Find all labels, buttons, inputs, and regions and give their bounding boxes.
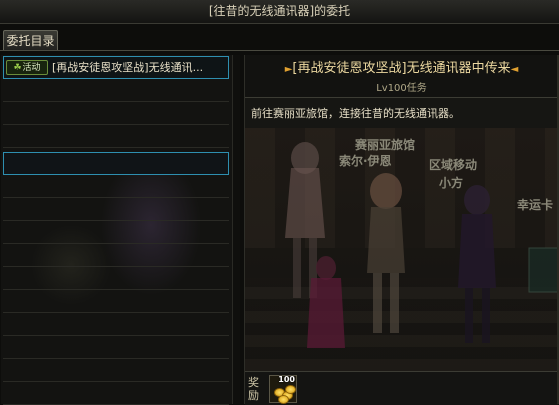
quest-list-empty-row[interactable] [3,382,229,405]
quest-list-empty-row[interactable] [3,221,229,244]
tab-divider [0,50,559,51]
quest-title: ►[再战安徒恩攻坚战]无线通讯器中传来◄ [245,58,558,80]
quest-description: 前往赛丽亚旅馆，连接往昔的无线通讯器。 [251,107,460,120]
scene-label: 区域移动 [429,158,478,172]
quest-detail-panel: ►[再战安徒恩攻坚战]无线通讯器中传来◄ Lv100任务 前往赛丽亚旅馆，连接往… [244,55,558,405]
reward-label: 奖励 [248,376,259,402]
quest-list-item[interactable]: ☘活动 [再战安徒恩攻坚战]无线通讯... [3,56,229,79]
quest-scene-image: 赛丽亚旅馆 索尔·伊恩 区域移动 小方 幸运卡 [245,128,558,371]
npc-figure-seria [367,173,405,333]
quest-list-empty-row[interactable] [3,79,229,102]
reward-item-slot[interactable]: 100 [269,375,297,404]
quest-list-empty-row[interactable] [3,336,229,359]
quest-list-empty-row[interactable] [3,175,229,198]
scene-label: 幸运卡 [517,198,554,212]
quest-list-item-name: [再战安徒恩攻坚战]无线通讯... [52,61,204,74]
gold-coin-icon [278,395,289,404]
quest-list-empty-row[interactable] [3,152,229,175]
gold-coin-icon [285,385,296,394]
reward-section: 奖励 100 [245,371,558,405]
quest-list-empty-row[interactable] [3,102,229,125]
quest-list-panel: ☘活动 [再战安徒恩攻坚战]无线通讯... [1,55,232,405]
event-badge: ☘活动 [6,60,48,75]
quest-list-empty-row[interactable] [3,359,229,382]
window-title-bar: [往昔的无线通讯器]的委托 [0,0,559,24]
event-badge-label: 活动 [22,63,41,73]
reward-item-count: 100 [278,375,295,384]
quest-description-box: 前往赛丽亚旅馆，连接往昔的无线通讯器。 [245,97,558,129]
board-object [528,247,558,293]
quest-list-empty-row[interactable] [3,313,229,336]
quest-title-text: [再战安徒恩攻坚战]无线通讯器中传来 [292,61,511,76]
tab-quest-directory[interactable]: 委托目录 [3,30,58,50]
scene-label: 赛丽亚旅馆 [355,138,416,152]
list-scrollbar[interactable] [232,55,240,404]
scene-label: 索尔·伊恩 [339,154,392,168]
quest-list-empty-row[interactable] [3,267,229,290]
window-title: [往昔的无线通讯器]的委托 [208,4,351,18]
npc-figure-red [307,256,345,348]
quest-list-empty-row[interactable] [3,198,229,221]
tab-row: 委托目录 [0,25,559,51]
npc-figure-dark [458,185,496,343]
arrow-left-icon: ◄ [510,64,519,75]
quest-level: Lv100任务 [376,83,427,94]
quest-list-empty-row[interactable] [3,244,229,267]
scene-label: 小方 [439,176,464,190]
quest-list-empty-row[interactable] [3,125,229,148]
leaf-icon: ☘ [13,63,22,73]
quest-list-empty-row[interactable] [3,290,229,313]
